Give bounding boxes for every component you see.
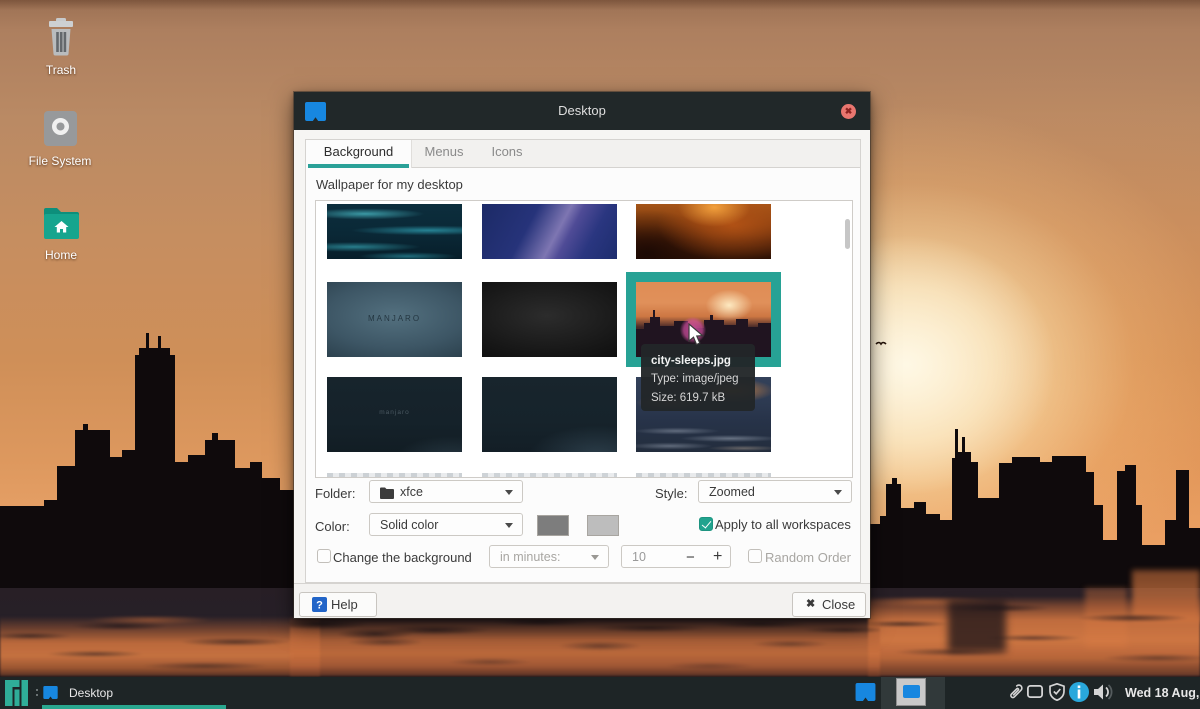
svg-text:?: ? (316, 600, 323, 612)
